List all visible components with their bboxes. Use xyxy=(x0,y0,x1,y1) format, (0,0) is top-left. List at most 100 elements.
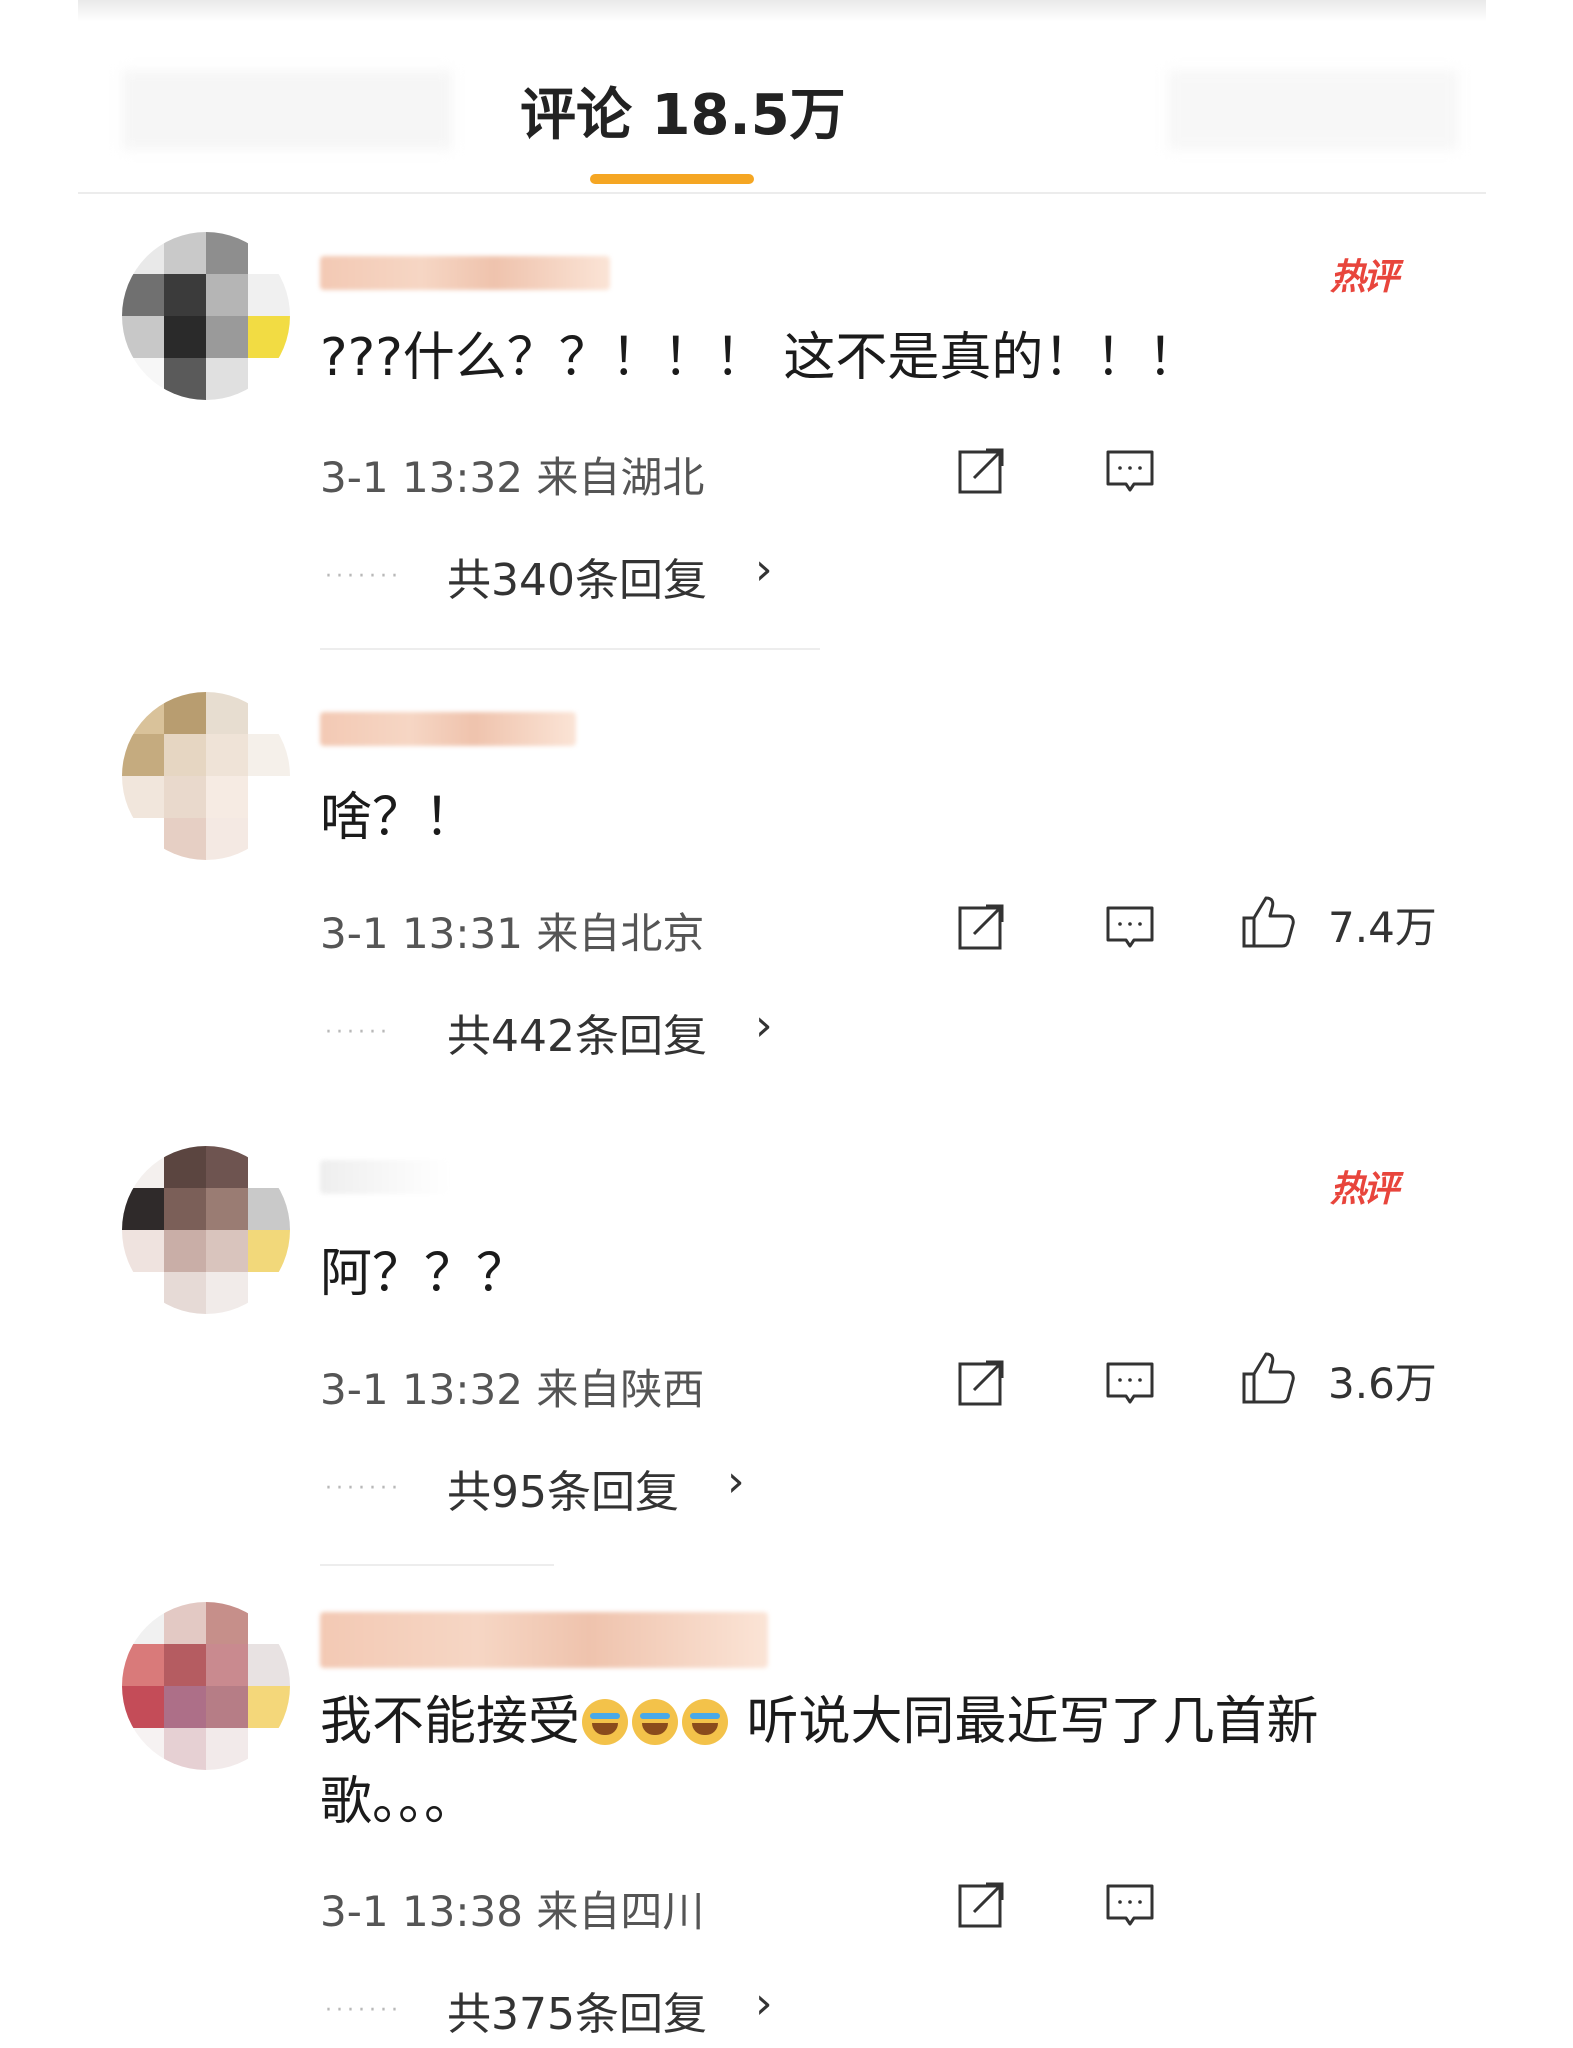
chevron-right-icon: › xyxy=(755,544,773,595)
comment-meta: 3-1 13:32 来自湖北 xyxy=(320,453,705,502)
avatar[interactable] xyxy=(122,1602,290,1770)
share-icon[interactable] xyxy=(956,900,1008,952)
comment-text: 我不能接受 听说大同最近写了几首新歌。。。 xyxy=(320,1682,1410,1842)
username-blurred[interactable] xyxy=(320,256,610,290)
blurred-replier-names: ······· xyxy=(325,1998,402,2023)
avatar-pixel xyxy=(122,776,164,818)
avatar-pixel xyxy=(206,274,248,316)
like-count: 3.6万 xyxy=(1328,1359,1437,1408)
avatar-pixel xyxy=(164,1146,206,1188)
avatar-pixel xyxy=(122,1272,164,1314)
share-icon[interactable] xyxy=(956,1356,1008,1408)
avatar-pixel xyxy=(248,316,290,358)
avatar-pixel xyxy=(206,1644,248,1686)
avatar-pixel xyxy=(206,1272,248,1314)
active-tab-indicator xyxy=(590,174,754,184)
avatar-pixel xyxy=(248,1188,290,1230)
avatar-pixel xyxy=(122,818,164,860)
comment-icon[interactable] xyxy=(1104,900,1156,952)
blurred-tab-right xyxy=(1168,70,1458,150)
tab-comments[interactable]: 评论 18.5万 xyxy=(520,70,846,151)
share-icon[interactable] xyxy=(956,1878,1008,1930)
avatar-pixel xyxy=(122,1644,164,1686)
username-blurred[interactable] xyxy=(320,1160,450,1194)
avatar-pixel xyxy=(206,1230,248,1272)
avatar-pixel xyxy=(122,274,164,316)
avatar-pixel xyxy=(122,358,164,400)
thumbs-up-icon xyxy=(1242,896,1295,948)
avatar-pixel xyxy=(164,776,206,818)
avatar-pixel xyxy=(248,1230,290,1272)
avatar-pixel xyxy=(122,1146,164,1188)
like-button[interactable]: 7.4万 xyxy=(1228,892,1448,952)
avatar-pixel xyxy=(122,692,164,734)
avatar-pixel xyxy=(206,692,248,734)
avatar-pixel xyxy=(164,692,206,734)
avatar-pixel xyxy=(164,818,206,860)
avatar-pixel xyxy=(248,1146,290,1188)
chevron-right-icon: › xyxy=(727,1456,745,1507)
avatar-pixel xyxy=(164,1686,206,1728)
avatar-pixel xyxy=(164,274,206,316)
comment-meta: 3-1 13:31 来自北京 xyxy=(320,909,705,958)
avatar-pixel xyxy=(206,734,248,776)
like-button[interactable]: 3.6万 xyxy=(1228,1348,1448,1408)
tab-divider xyxy=(78,192,1486,194)
like-count: 7.4万 xyxy=(1328,903,1437,952)
avatar-pixel xyxy=(164,1644,206,1686)
replies-count: 共442条回复 xyxy=(447,1011,707,1062)
avatar-pixel xyxy=(206,776,248,818)
chevron-right-icon: › xyxy=(755,1000,773,1051)
replies-count: 共95条回复 xyxy=(447,1467,679,1518)
comment-divider xyxy=(320,648,820,650)
chevron-right-icon: › xyxy=(755,1978,773,2029)
comment-meta: 3-1 13:32 来自陕西 xyxy=(320,1365,705,1414)
avatar-pixel xyxy=(248,692,290,734)
avatar-pixel xyxy=(164,1188,206,1230)
avatar-pixel xyxy=(248,776,290,818)
avatar-pixel xyxy=(164,358,206,400)
avatar-pixel xyxy=(248,1644,290,1686)
comment-text-part: 我不能接受 xyxy=(320,1692,581,1752)
avatar-pixel xyxy=(248,274,290,316)
avatar[interactable] xyxy=(122,232,290,400)
hot-comment-badge: 热评 xyxy=(1330,257,1399,298)
thumbs-up-icon xyxy=(1242,1352,1295,1404)
share-icon[interactable] xyxy=(956,444,1008,496)
comment-icon[interactable] xyxy=(1104,1356,1156,1408)
comment-text: ???什么？？！！！ 这不是真的！！！ xyxy=(320,328,1200,388)
blurred-tab-left xyxy=(122,70,452,150)
avatar-pixel xyxy=(164,1602,206,1644)
avatar-pixel xyxy=(248,1272,290,1314)
avatar[interactable] xyxy=(122,1146,290,1314)
avatar-pixel xyxy=(248,734,290,776)
avatar[interactable] xyxy=(122,692,290,860)
comment-icon[interactable] xyxy=(1104,1878,1156,1930)
replies-count: 共375条回复 xyxy=(447,1989,707,2040)
hot-comment-badge: 热评 xyxy=(1330,1169,1399,1210)
avatar-pixel xyxy=(248,818,290,860)
avatar-pixel xyxy=(164,232,206,274)
avatar-pixel xyxy=(206,1602,248,1644)
replies-count: 共340条回复 xyxy=(447,555,707,606)
username-blurred[interactable] xyxy=(320,1612,768,1668)
comment-divider xyxy=(320,1564,554,1566)
avatar-pixel xyxy=(122,316,164,358)
avatar-pixel xyxy=(164,1728,206,1770)
blurred-replier-names: ······ xyxy=(325,1020,391,1045)
avatar-pixel xyxy=(248,1686,290,1728)
comment-text: 啥？！ xyxy=(320,788,477,848)
avatar-pixel xyxy=(206,818,248,860)
comment-tab-bar: 评论 18.5万 xyxy=(78,40,1486,192)
avatar-pixel xyxy=(248,358,290,400)
avatar-pixel xyxy=(206,358,248,400)
comment-icon[interactable] xyxy=(1104,444,1156,496)
avatar-pixel xyxy=(164,1272,206,1314)
avatar-pixel xyxy=(122,1728,164,1770)
username-blurred[interactable] xyxy=(320,712,576,746)
avatar-pixel xyxy=(122,734,164,776)
avatar-pixel xyxy=(206,316,248,358)
avatar-pixel xyxy=(164,316,206,358)
avatar-pixel xyxy=(122,1686,164,1728)
comment-text: 阿？？？ xyxy=(320,1244,529,1304)
